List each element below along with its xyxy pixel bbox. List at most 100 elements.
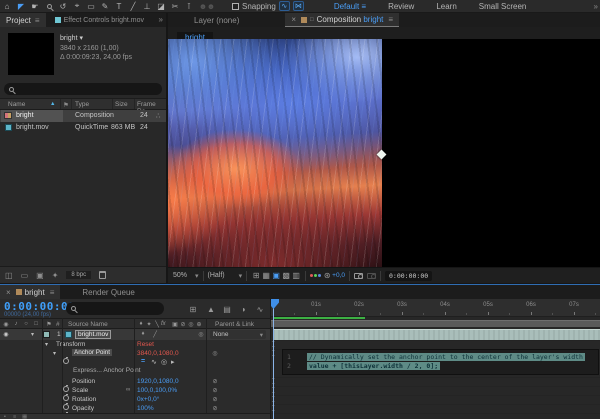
clone-stamp-tool-icon[interactable]: ⊥ [140, 2, 154, 11]
anchor-point-label[interactable]: Anchor Point [72, 349, 112, 356]
item-name[interactable]: bright [60, 35, 78, 42]
transform-label[interactable]: Transform [56, 341, 85, 348]
puppet-pin-tool-icon[interactable]: ⊺ [182, 2, 196, 11]
workspace-small-screen[interactable]: Small Screen [479, 2, 527, 11]
close-icon[interactable]: × [6, 288, 11, 297]
snapping-toggle[interactable]: Snapping [232, 2, 276, 11]
anchor-point-value[interactable]: 3840,0,1080,0 [137, 350, 179, 357]
project-settings-icon[interactable]: ✦ [52, 271, 59, 280]
tab-project[interactable]: Project≡ [0, 13, 46, 27]
transfer-controls-icon[interactable]: ≡ [13, 414, 16, 419]
layer-label-chip[interactable] [43, 331, 50, 338]
new-folder-icon[interactable]: ▭ [21, 271, 29, 280]
dimension-icon[interactable]: ⊘ [210, 396, 220, 403]
grid-guides-icon[interactable]: ⊞ [251, 271, 261, 280]
snap-option-2-icon[interactable]: ⋈ [293, 1, 304, 11]
viewer-timecode[interactable]: 0:00:00:00 [385, 271, 432, 281]
mask-visibility-icon[interactable]: ▦ [261, 271, 271, 280]
draft-3d-icon[interactable]: ▲ [206, 305, 216, 314]
scale-label[interactable]: Scale [72, 387, 88, 394]
expand-toggle-icon[interactable]: ▪ [4, 414, 6, 419]
parent-link-column[interactable]: Parent & Link [215, 321, 254, 328]
resolution-gear-icon[interactable]: ⊛ [322, 271, 332, 280]
layer-expand-icon[interactable]: ▾ [31, 331, 34, 338]
motion-blur-icon[interactable]: ◑ [238, 305, 248, 314]
zoom-tool-icon[interactable] [42, 2, 56, 11]
col-name[interactable]: Name [8, 101, 25, 108]
item-caret-icon[interactable]: ▾ [79, 35, 83, 42]
resolution-dropdown[interactable]: (Half) [208, 272, 225, 279]
tab-render-queue[interactable]: Render Queue [76, 285, 140, 299]
roto-brush-tool-icon[interactable]: ✂ [168, 2, 182, 11]
show-post-expression-graph-icon[interactable]: ∿ [151, 358, 157, 366]
snap-option-1-icon[interactable]: ∿ [279, 1, 290, 11]
opacity-row[interactable]: Opacity 100% ⊘ [0, 404, 270, 413]
expression-comment[interactable]: // Dynamically set the anchor point to t… [307, 353, 585, 361]
layer-row[interactable]: ◉ ▾ 1 bright.mov ♦ ╱ ◎ None▾ [0, 329, 270, 340]
toolbar-overflow-icon[interactable]: » [594, 2, 598, 11]
project-row-bright-mov[interactable]: bright.mov QuickTime 863 MB 24 [0, 122, 166, 134]
dimension-icon[interactable]: ⊘ [210, 387, 220, 394]
expression-pickwhip-icon[interactable]: ◎ [161, 358, 167, 366]
scale-row[interactable]: Scale ∞ 100,0,100,0% ⊘ [0, 386, 270, 395]
region-of-interest-icon[interactable]: ▣ [271, 271, 281, 280]
tab-timeline-bright[interactable]: × bright ≡ [0, 285, 60, 299]
playhead-line[interactable] [273, 299, 274, 419]
eraser-tool-icon[interactable]: ◪ [154, 2, 168, 11]
lock-icon[interactable]: □ [310, 17, 314, 23]
tab-composition-viewer[interactable]: × □ Composition bright ≡ [285, 13, 399, 27]
trash-icon[interactable] [99, 271, 106, 279]
constrain-proportions-icon[interactable]: ∞ [126, 387, 130, 393]
position-value[interactable]: 1920,0,1080,0 [137, 378, 179, 385]
label-column-icon[interactable]: ⚑ [63, 101, 69, 109]
new-composition-icon[interactable]: ▣ [36, 271, 44, 280]
time-ruler[interactable]: 01s 02s 03s 04s 05s 06s 07s [271, 299, 600, 317]
channel-icon[interactable] [310, 272, 322, 279]
enable-expression-icon[interactable]: = [141, 358, 145, 365]
project-tab-overflow-icon[interactable]: » [159, 13, 166, 27]
comp-viewer[interactable] [168, 39, 600, 267]
layer-visibility-icon[interactable]: ◉ [1, 331, 11, 338]
workspace-default[interactable]: Default ≡ [334, 2, 366, 11]
project-search-input[interactable] [4, 83, 162, 95]
row-name[interactable]: bright [16, 112, 34, 119]
anchor-point-row[interactable]: ▾ Anchor Point 3840,0,1080,0 ◎ [0, 349, 270, 358]
bit-depth-button[interactable]: 8 bpc [66, 271, 91, 279]
pen-tool-icon[interactable]: ✎ [98, 2, 112, 11]
comp-mini-flowchart-icon[interactable]: ⊞ [188, 305, 198, 314]
close-icon[interactable]: × [291, 15, 296, 24]
parent-dropdown[interactable]: None▾ [210, 330, 266, 339]
layer-quality-icon[interactable]: ╱ [150, 331, 160, 338]
rotation-value[interactable]: 0x+0,0° [137, 396, 159, 403]
expression-language-menu-icon[interactable]: ▸ [171, 358, 175, 366]
layer-duration-bar[interactable] [273, 329, 600, 340]
opacity-label[interactable]: Opacity [72, 405, 94, 412]
viewer-menu-icon[interactable]: ≡ [388, 15, 393, 24]
parent-pickwhip-icon[interactable]: ◎ [196, 331, 206, 338]
timeline-track-area[interactable]: 01s 02s 03s 04s 05s 06s 07s [270, 299, 600, 419]
workspace-learn[interactable]: Learn [436, 2, 456, 11]
tab-layer-viewer[interactable]: Layer (none) [188, 13, 245, 27]
timeline-search-input[interactable] [66, 302, 164, 315]
zoom-level-dropdown[interactable]: 50% [173, 272, 187, 279]
position-row[interactable]: Position 1920,0,1080,0 ⊘ [0, 377, 270, 386]
tab-effect-controls[interactable]: Effect Controls bright.mov [46, 13, 150, 27]
hand-tool-icon[interactable]: ☛ [28, 2, 42, 11]
usage-icon[interactable]: ∴ [156, 112, 160, 120]
sort-ascending-icon[interactable]: ▲ [50, 101, 55, 107]
rotate-tool-icon[interactable]: ↺ [56, 2, 70, 11]
graph-editor-icon[interactable]: ∿ [255, 305, 265, 314]
transform-group-row[interactable]: ▾ Transform Reset [0, 340, 270, 349]
row-name[interactable]: bright.mov [16, 124, 49, 131]
rotation-label[interactable]: Rotation [72, 396, 96, 403]
layer-shy-icon[interactable]: ♦ [138, 331, 148, 337]
exposure-value[interactable]: +0,0 [332, 272, 345, 279]
layer-name[interactable]: bright.mov [75, 330, 111, 339]
resolution-caret-icon[interactable]: ▾ [239, 272, 243, 280]
rectangle-tool-icon[interactable]: ▭ [84, 2, 98, 11]
show-snapshot-icon[interactable] [367, 273, 376, 279]
reset-button[interactable]: Reset [137, 341, 154, 348]
dimension-icon[interactable]: ⊘ [210, 405, 220, 412]
selection-tool-icon[interactable]: ◤ [14, 2, 28, 11]
interpret-footage-icon[interactable]: ◫ [5, 271, 13, 280]
